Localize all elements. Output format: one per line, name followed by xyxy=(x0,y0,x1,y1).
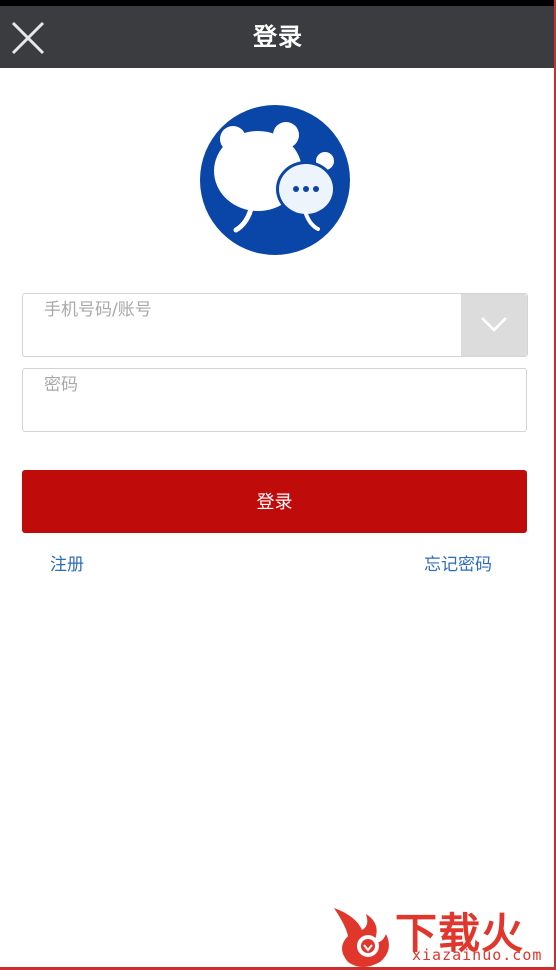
page-title: 登录 xyxy=(253,23,303,51)
account-input[interactable] xyxy=(23,294,461,356)
password-input[interactable] xyxy=(23,369,526,431)
close-button[interactable] xyxy=(8,18,48,58)
chevron-down-icon xyxy=(481,317,507,332)
account-field[interactable]: 手机号码/账号 xyxy=(22,293,528,357)
account-dropdown-button[interactable] xyxy=(461,294,527,356)
login-button[interactable]: 登录 xyxy=(22,470,527,533)
app-header: 登录 xyxy=(0,6,556,68)
password-field[interactable]: 密码 xyxy=(22,368,527,432)
watermark-site: xiazaihuo.com xyxy=(412,946,543,964)
close-icon xyxy=(11,21,45,55)
forgot-password-link[interactable]: 忘记密码 xyxy=(424,550,492,575)
register-link[interactable]: 注册 xyxy=(50,550,84,575)
app-logo-icon xyxy=(200,105,350,255)
